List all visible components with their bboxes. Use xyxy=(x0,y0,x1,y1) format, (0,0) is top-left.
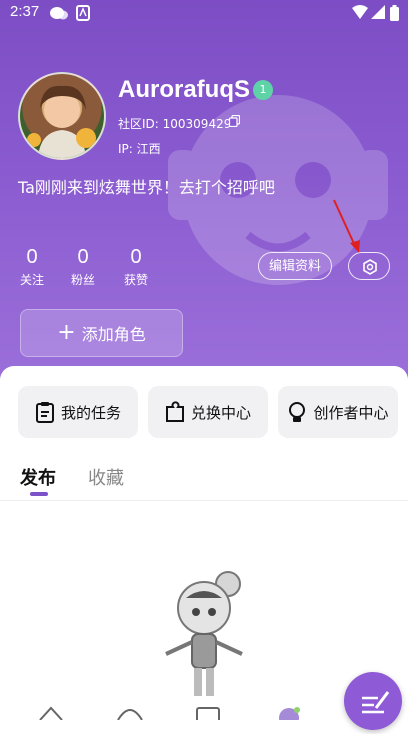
create-post-button[interactable] xyxy=(344,672,402,730)
puzzle-icon xyxy=(165,401,184,422)
add-role-label: 添加角色 xyxy=(81,325,146,344)
battery-icon xyxy=(390,5,399,21)
status-time: 2:37 xyxy=(10,3,40,20)
wifi-icon xyxy=(352,5,368,19)
stat-value: 0 xyxy=(77,246,89,268)
pen-write-icon xyxy=(362,691,390,714)
status-bar: 2:37 xyxy=(0,0,408,26)
plus-icon: + xyxy=(57,320,76,345)
clipboard-icon xyxy=(35,402,54,423)
quick-action-exchange[interactable]: 兑换中心 xyxy=(148,386,268,438)
community-icon[interactable] xyxy=(116,706,144,720)
avatar-photo xyxy=(27,85,96,158)
message-icon[interactable] xyxy=(196,706,220,720)
community-id: 社区ID: 100309429 xyxy=(118,117,232,131)
ip-location: IP: 江西 xyxy=(118,142,161,156)
stat-fans[interactable]: 0 粉丝 xyxy=(63,246,103,288)
tab-favorites[interactable]: 收藏 xyxy=(88,464,124,490)
tab-indicator xyxy=(30,492,48,496)
empty-state-mascot-illustration xyxy=(165,571,243,696)
bio-text: Ta刚刚来到炫舞世界！去打个招呼吧 xyxy=(18,178,275,197)
wechat-icon xyxy=(50,7,68,20)
copy-icon[interactable] xyxy=(229,115,240,127)
stat-likes[interactable]: 0 获赞 xyxy=(116,246,156,288)
settings-button[interactable] xyxy=(348,252,390,280)
gear-icon xyxy=(363,259,377,275)
signal-icon xyxy=(371,5,385,19)
profile-nav-icon[interactable] xyxy=(276,706,302,720)
quick-action-label: 兑换中心 xyxy=(190,403,251,422)
tab-divider xyxy=(0,500,408,501)
stat-value: 0 xyxy=(26,246,38,268)
tab-posts[interactable]: 发布 xyxy=(20,464,56,490)
add-role-button[interactable]: + 添加角色 xyxy=(20,309,183,357)
app-notification-icon xyxy=(76,5,90,21)
quick-action-label: 创作者中心 xyxy=(313,403,389,422)
level-badge: 1 xyxy=(253,80,273,100)
home-icon[interactable] xyxy=(38,706,64,720)
username: AurorafuqS xyxy=(118,76,250,103)
annotation-arrow xyxy=(333,199,360,253)
quick-action-label: 我的任务 xyxy=(60,403,121,422)
stat-label: 关注 xyxy=(19,273,44,287)
quick-action-tasks[interactable]: 我的任务 xyxy=(18,386,138,438)
edit-profile-button[interactable]: 编辑资料 xyxy=(258,252,332,280)
content-sheet: 我的任务 兑换中心 创作者中心 发布 收藏 xyxy=(0,366,408,730)
stat-following[interactable]: 0 关注 xyxy=(12,246,52,288)
profile-header: 2:37 AurorafuqS 1 社区ID: 100309429 IP: 江西… xyxy=(0,0,408,380)
stat-label: 获赞 xyxy=(123,273,148,287)
stat-value: 0 xyxy=(130,246,142,268)
stat-label: 粉丝 xyxy=(70,273,95,287)
quick-action-creator-center[interactable]: 创作者中心 xyxy=(278,386,398,438)
avatar[interactable] xyxy=(18,72,106,160)
lightbulb-icon xyxy=(289,402,306,422)
